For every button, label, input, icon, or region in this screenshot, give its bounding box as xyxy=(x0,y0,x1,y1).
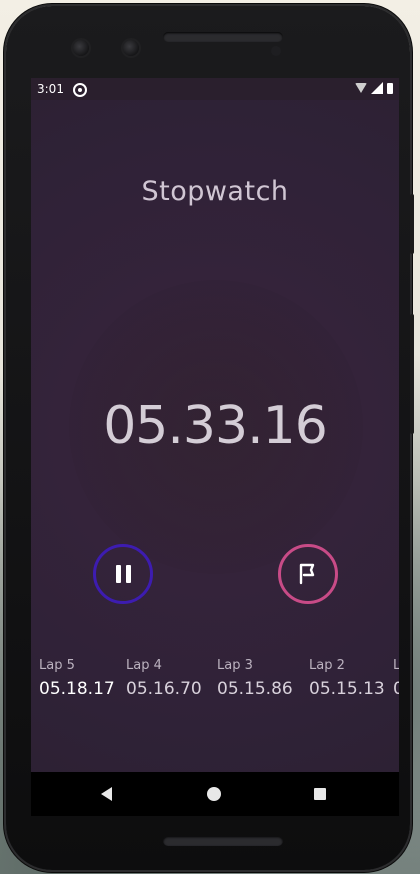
lap-time: 05.16.70 xyxy=(126,679,202,699)
home-icon[interactable] xyxy=(207,787,221,801)
bottom-speaker xyxy=(163,836,283,846)
page-title: Stopwatch xyxy=(141,176,289,207)
lap-time: 05.15.86 xyxy=(217,679,293,699)
status-bar: 3:01 xyxy=(31,78,399,100)
lap-label: Lap 4 xyxy=(126,658,162,673)
lap-item[interactable]: L 0 xyxy=(393,658,399,699)
lap-button[interactable] xyxy=(278,544,338,604)
lap-item[interactable]: Lap 5 05.18.17 xyxy=(39,658,115,699)
proximity-sensor xyxy=(271,46,281,56)
lap-item[interactable]: Lap 4 05.16.70 xyxy=(126,658,202,699)
lap-item[interactable]: Lap 3 05.15.86 xyxy=(217,658,293,699)
earpiece-speaker xyxy=(163,32,283,42)
lap-time: 0 xyxy=(393,679,399,699)
app-screen: 3:01 Stopwatch 05.33.16 Lap 5 05.18.17 L… xyxy=(31,78,399,816)
pause-icon xyxy=(115,565,131,583)
flag-icon xyxy=(299,563,315,585)
navigation-bar xyxy=(31,772,399,816)
lap-item[interactable]: Lap 2 05.15.13 xyxy=(309,658,385,699)
lap-time: 05.18.17 xyxy=(39,679,115,699)
lap-time: 05.15.13 xyxy=(309,679,385,699)
recents-icon[interactable] xyxy=(314,788,326,800)
back-icon[interactable] xyxy=(101,787,112,801)
status-icons xyxy=(355,82,393,94)
phone-frame: 3:01 Stopwatch 05.33.16 Lap 5 05.18.17 L… xyxy=(6,6,414,870)
power-button xyxy=(410,194,414,254)
sync-icon xyxy=(73,83,87,97)
lap-label: Lap 5 xyxy=(39,658,75,673)
lap-list[interactable]: Lap 5 05.18.17 Lap 4 05.16.70 Lap 3 05.1… xyxy=(31,658,399,708)
lap-label: Lap 3 xyxy=(217,658,253,673)
volume-button xyxy=(410,314,414,434)
wifi-icon xyxy=(355,83,367,93)
status-time: 3:01 xyxy=(37,82,64,96)
lap-label: L xyxy=(393,658,399,673)
front-camera-secondary xyxy=(123,40,139,56)
elapsed-time-display: 05.33.16 xyxy=(103,396,328,456)
front-camera xyxy=(73,40,89,56)
battery-icon xyxy=(387,82,393,94)
signal-icon xyxy=(371,82,383,94)
pause-button[interactable] xyxy=(93,544,153,604)
lap-label: Lap 2 xyxy=(309,658,345,673)
